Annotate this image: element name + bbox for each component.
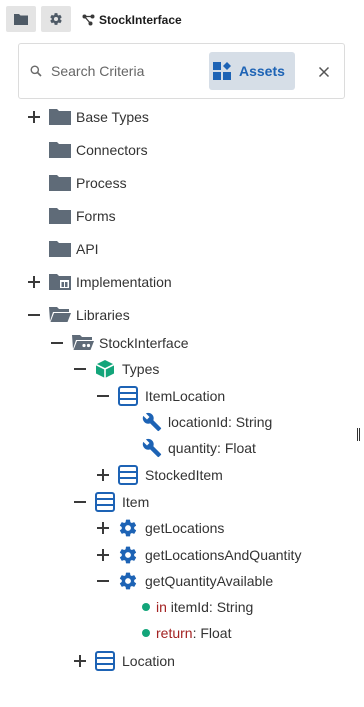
expand-icon[interactable] — [97, 549, 109, 561]
type-structure-icon — [118, 465, 138, 485]
tree-item-label: API — [76, 241, 99, 257]
tree-item-quantity[interactable]: quantity: Float — [0, 437, 360, 459]
tree-item-itemlocation[interactable]: ItemLocation — [0, 385, 360, 407]
tree-item-label: getLocations — [145, 520, 225, 536]
param-type: : String — [208, 599, 254, 615]
field-name: quantity — [168, 440, 218, 456]
field-type: : String — [227, 414, 273, 430]
tree-item-label: Libraries — [76, 307, 130, 323]
tree-item-forms[interactable]: Forms — [0, 205, 360, 227]
tree-item-label: ItemLocation — [145, 388, 226, 404]
collapse-icon[interactable] — [51, 337, 63, 349]
tree-item-item[interactable]: Item — [0, 491, 360, 513]
expand-icon[interactable] — [74, 655, 86, 667]
folder-icon — [49, 175, 71, 191]
tree-item-api[interactable]: API — [0, 238, 360, 260]
tree-item-location[interactable]: Location — [0, 650, 360, 672]
tree-item-param-itemid[interactable]: in itemId: String — [0, 596, 360, 618]
tree-item-label: getQuantityAvailable — [145, 573, 274, 589]
wrench-icon — [142, 412, 162, 432]
resize-grip-line — [359, 428, 360, 441]
tree-item-libraries[interactable]: Libraries — [0, 304, 360, 326]
collapse-icon[interactable] — [97, 575, 109, 587]
param-type: : Float — [192, 625, 232, 641]
tree-item-getquantityavailable[interactable]: getQuantityAvailable — [0, 570, 360, 592]
tree-item-label: getLocationsAndQuantity — [145, 547, 302, 563]
folder-icon — [49, 241, 71, 257]
tree-item-label: return: Float — [156, 625, 231, 641]
expand-icon[interactable] — [97, 522, 109, 534]
tree-item-label: Base Types — [76, 109, 149, 125]
resize-grip-line — [357, 428, 358, 441]
expand-icon[interactable] — [28, 111, 40, 123]
tree-item-locationid[interactable]: locationId: String — [0, 411, 360, 433]
tree-item-process[interactable]: Process — [0, 172, 360, 194]
interface-structure-icon — [95, 651, 115, 671]
param-name: itemId — [166, 599, 209, 615]
collapse-icon[interactable] — [28, 309, 40, 321]
tree-item-label: Forms — [76, 208, 116, 224]
types-cube-icon — [95, 360, 115, 378]
tree-item-types[interactable]: Types — [0, 358, 360, 380]
param-direction: in — [156, 599, 167, 615]
collapse-icon[interactable] — [74, 496, 86, 508]
folder-open-icon — [49, 307, 71, 322]
tree-item-label: Process — [76, 175, 127, 191]
folder-icon — [49, 208, 71, 224]
tree-item-stockinterface[interactable]: StockInterface — [0, 332, 360, 354]
tree-item-base-types[interactable]: Base Types — [0, 106, 360, 128]
folder-icon — [49, 142, 71, 158]
param-direction: return — [156, 625, 193, 641]
folder-icon — [49, 109, 71, 125]
implementation-folder-icon — [49, 274, 71, 290]
tree-item-label: quantity: Float — [168, 440, 256, 456]
resize-handle[interactable] — [357, 428, 361, 441]
tree-item-getlocationsandquantity[interactable]: getLocationsAndQuantity — [0, 544, 360, 566]
parameter-dot-icon — [142, 603, 150, 611]
tree-item-implementation[interactable]: Implementation — [0, 271, 360, 293]
tree-item-param-return[interactable]: return: Float — [0, 622, 360, 644]
asset-tree: Base Types Connectors Process Forms API … — [0, 0, 364, 707]
tree-item-label: locationId: String — [168, 414, 272, 430]
expand-icon[interactable] — [28, 276, 40, 288]
field-type: : Float — [217, 440, 256, 456]
tree-item-getlocations[interactable]: getLocations — [0, 517, 360, 539]
collapse-icon[interactable] — [74, 363, 86, 375]
wrench-icon — [142, 438, 162, 458]
tree-item-label: Location — [122, 653, 175, 669]
field-name: locationId — [168, 414, 228, 430]
library-folder-icon — [72, 335, 94, 350]
tree-item-label: Types — [122, 361, 160, 377]
tree-item-label: Item — [122, 494, 150, 510]
tree-item-connectors[interactable]: Connectors — [0, 139, 360, 161]
tree-item-label: in itemId: String — [156, 599, 253, 615]
tree-item-label: Implementation — [76, 274, 172, 290]
tree-item-label: StockInterface — [99, 335, 189, 351]
interface-structure-icon — [95, 492, 115, 512]
expand-icon[interactable] — [97, 469, 109, 481]
parameter-dot-icon — [142, 629, 150, 637]
operation-gear-icon — [119, 546, 137, 564]
collapse-icon[interactable] — [97, 390, 109, 402]
operation-gear-icon — [119, 572, 137, 590]
operation-gear-icon — [119, 519, 137, 537]
tree-item-label: Connectors — [76, 142, 148, 158]
tree-item-label: StockedItem — [145, 467, 223, 483]
tree-item-stockeditem[interactable]: StockedItem — [0, 464, 360, 486]
type-structure-icon — [118, 386, 138, 406]
